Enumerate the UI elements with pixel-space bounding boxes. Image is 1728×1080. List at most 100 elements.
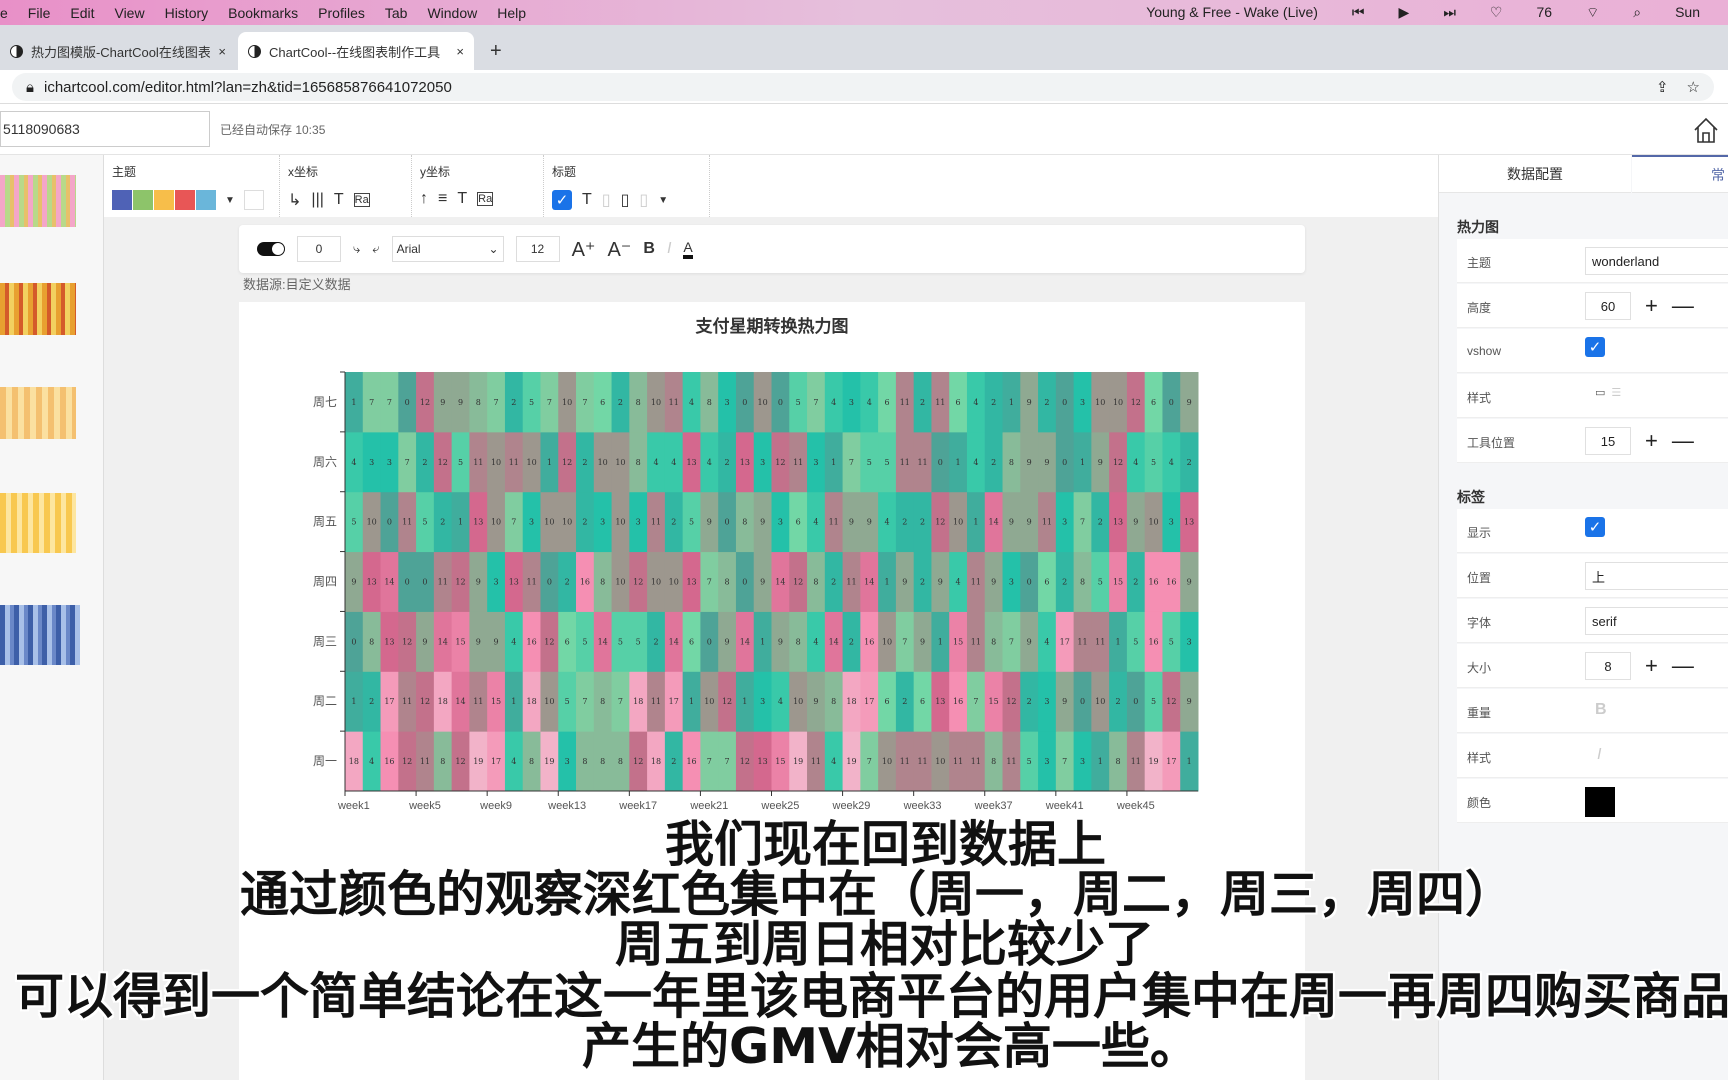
italic-icon[interactable]: I <box>667 240 671 258</box>
tab-general[interactable]: 常 <box>1632 155 1728 193</box>
text-icon[interactable]: T <box>457 190 467 208</box>
italic-icon[interactable]: I <box>1597 746 1601 764</box>
now-playing[interactable]: Young & Free - Wake (Live) <box>1146 4 1318 22</box>
theme-swatch[interactable] <box>133 190 153 210</box>
label-font-input[interactable]: serif <box>1585 607 1728 635</box>
cell-label: 9 <box>422 637 427 646</box>
url-field[interactable]: 🔒︎ ichartcool.com/editor.html?lan=zh&tid… <box>12 73 1714 101</box>
align-left-icon[interactable]: ▯ <box>602 190 611 210</box>
plus-icon[interactable]: + <box>1645 430 1658 452</box>
tab-data-config[interactable]: 数据配置 <box>1439 155 1631 193</box>
font-increase-icon[interactable]: A⁺ <box>572 237 596 262</box>
axis-arrow-icon[interactable]: ↳ <box>288 190 301 210</box>
list-style-icon[interactable]: ☰ <box>1611 386 1621 399</box>
axis-arrow-icon[interactable]: ↑ <box>420 190 428 208</box>
wifi-icon[interactable]: ⌔ <box>1586 4 1599 22</box>
label-icon[interactable]: Ra <box>477 192 494 206</box>
cell-label: 14 <box>864 578 874 587</box>
prev-track-icon[interactable]: ⏮ <box>1352 4 1365 22</box>
star-icon[interactable]: ☆ <box>1687 78 1700 96</box>
cell-label: 7 <box>511 518 516 527</box>
menu-bookmarks[interactable]: Bookmarks <box>228 5 298 21</box>
minus-icon[interactable]: — <box>1672 295 1694 317</box>
label-size-input[interactable]: 8 <box>1585 652 1631 680</box>
plus-icon[interactable]: + <box>1645 295 1658 317</box>
cell-label: 11 <box>811 757 821 766</box>
play-icon[interactable]: ▶ <box>1399 4 1410 22</box>
gridlines-icon[interactable]: ||| <box>311 191 323 209</box>
thumbnail[interactable] <box>0 387 76 439</box>
align-right-icon[interactable]: ▯ <box>639 190 648 210</box>
gridlines-icon[interactable]: ≡ <box>438 190 447 208</box>
bold-icon[interactable]: B <box>1595 701 1607 719</box>
home-icon[interactable] <box>1692 116 1720 144</box>
plus-icon[interactable]: + <box>1645 655 1658 677</box>
cell-label: 17 <box>1166 757 1176 766</box>
search-icon[interactable]: ⌕ <box>1633 4 1641 22</box>
chevron-down-icon[interactable]: ▼ <box>225 195 235 206</box>
cell-label: 0 <box>938 458 943 467</box>
rotation-input[interactable]: 0 <box>297 236 341 262</box>
doc-id-input[interactable]: 5118090683 <box>0 111 210 147</box>
text-icon[interactable]: T <box>334 191 344 209</box>
label-position-select[interactable]: 上 <box>1585 562 1728 590</box>
minus-icon[interactable]: — <box>1672 430 1694 452</box>
thumbnail[interactable] <box>0 605 80 665</box>
browser-tab-active[interactable]: ChartCool--在线图表制作工具 × <box>238 32 474 70</box>
rotate-ccw-icon[interactable]: ⤶ <box>372 241 379 257</box>
text-icon[interactable]: T <box>582 191 592 209</box>
theme-input[interactable]: wonderland <box>1585 247 1728 275</box>
theme-swatch[interactable] <box>112 190 132 210</box>
thumbnail[interactable] <box>0 493 76 553</box>
tool-position-input[interactable]: 15 <box>1585 427 1631 455</box>
toggle-switch[interactable] <box>257 242 285 256</box>
menu-history[interactable]: History <box>165 5 209 21</box>
cell-label: 10 <box>544 518 554 527</box>
chevron-down-icon[interactable]: ▼ <box>658 195 668 206</box>
x-axis-label: week45 <box>1116 800 1155 812</box>
menu-tab[interactable]: Tab <box>385 5 408 21</box>
share-icon[interactable]: ⇪ <box>1656 78 1669 96</box>
browser-tab[interactable]: 热力图模版-ChartCool在线图表 × <box>0 32 236 70</box>
align-center-icon[interactable]: ▯ <box>621 190 630 210</box>
horizontal-style-icon[interactable]: ▭ <box>1595 386 1605 399</box>
new-tab-button[interactable]: + <box>480 32 512 70</box>
menu-view[interactable]: View <box>114 5 144 21</box>
menu-edit[interactable]: Edit <box>70 5 94 21</box>
autosave-status: 已经自动保存 10:35 <box>220 123 326 137</box>
close-icon[interactable]: × <box>456 44 464 59</box>
background-swatch[interactable] <box>243 190 264 210</box>
menu-help[interactable]: Help <box>497 5 526 21</box>
next-track-icon[interactable]: ⏭ <box>1443 4 1456 22</box>
theme-swatch[interactable] <box>175 190 195 210</box>
rotate-cw-icon[interactable]: ⤷ <box>353 241 360 257</box>
thumbnail[interactable] <box>0 283 76 335</box>
cell-label: 11 <box>793 458 803 467</box>
cell-label: 8 <box>600 697 605 706</box>
menu-profiles[interactable]: Profiles <box>318 5 365 21</box>
font-decrease-icon[interactable]: A⁻ <box>607 237 631 262</box>
vshow-checkbox[interactable]: ✓ <box>1585 337 1605 357</box>
bold-icon[interactable]: B <box>643 240 655 258</box>
heart-icon[interactable]: ♡ <box>1490 4 1503 22</box>
cell-label: 6 <box>884 697 889 706</box>
label-color-swatch[interactable] <box>1585 787 1615 817</box>
title-checkbox[interactable]: ✓ <box>552 190 572 210</box>
thumbnail[interactable] <box>0 175 76 227</box>
menu-window[interactable]: Window <box>427 5 477 21</box>
chart-toolbar: 主题 ▼ x坐标 ↳ ||| T Ra y坐标 ↑ ≡ T Ra 标题 ✓ T ▯ ▯ ▯ ▼ <box>104 155 1438 217</box>
menu-file[interactable]: File <box>28 5 51 21</box>
close-icon[interactable]: × <box>218 44 226 59</box>
theme-swatch[interactable] <box>196 190 216 210</box>
cell-label: 2 <box>831 578 836 587</box>
height-input[interactable]: 60 <box>1585 292 1631 320</box>
theme-swatch[interactable] <box>154 190 174 210</box>
minus-icon[interactable]: — <box>1672 655 1694 677</box>
menu-app[interactable]: e <box>0 5 8 21</box>
font-select[interactable]: Arial ⌄ <box>391 236 504 262</box>
label-show-checkbox[interactable]: ✓ <box>1585 517 1605 537</box>
cell-label: 2 <box>920 518 925 527</box>
font-color-icon[interactable]: A <box>683 239 693 259</box>
label-icon[interactable]: Ra <box>353 193 370 207</box>
font-size-input[interactable]: 12 <box>515 236 560 262</box>
